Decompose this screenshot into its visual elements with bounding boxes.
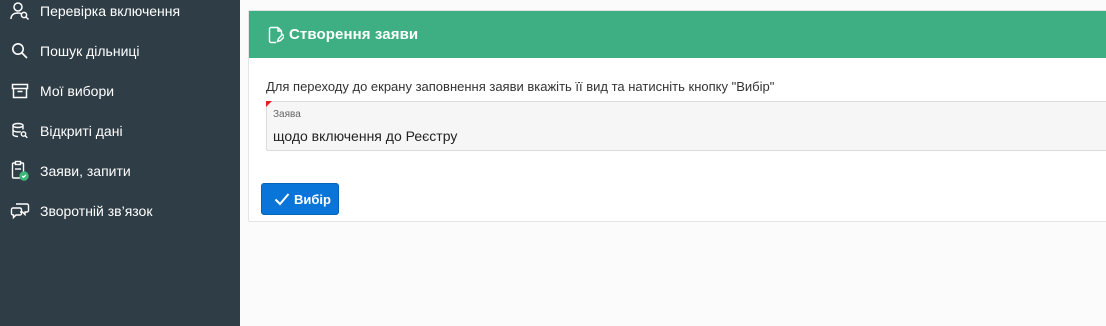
archive-icon bbox=[10, 81, 30, 101]
field-label: Заява bbox=[273, 109, 301, 120]
user-search-icon bbox=[10, 1, 30, 21]
panel-header: Створення заяви bbox=[249, 11, 1106, 58]
search-icon bbox=[10, 41, 30, 61]
application-type-select[interactable]: Заява щодо включення до Реєстру bbox=[266, 101, 1106, 151]
required-marker bbox=[266, 101, 272, 107]
sidebar: Перевірка включення Пошук дільниці Мої в… bbox=[0, 0, 240, 326]
clipboard-check-icon bbox=[10, 160, 30, 181]
check-icon bbox=[274, 192, 290, 206]
sidebar-item-precinct-search[interactable]: Пошук дільниці bbox=[0, 31, 240, 71]
main-content: Створення заяви Для переходу до екрану з… bbox=[240, 0, 1106, 326]
sidebar-item-label: Зворотній зв’язок bbox=[40, 203, 153, 219]
sidebar-item-applications[interactable]: Заяви, запити bbox=[0, 151, 240, 191]
select-button[interactable]: Вибір bbox=[261, 183, 339, 215]
field-value: щодо включення до Реєстру bbox=[273, 128, 458, 144]
document-edit-icon bbox=[268, 26, 286, 44]
chat-bubbles-icon bbox=[10, 201, 30, 221]
sidebar-item-my-elections[interactable]: Мої вибори bbox=[0, 71, 240, 111]
sidebar-item-label: Мої вибори bbox=[40, 83, 115, 99]
database-search-icon bbox=[10, 121, 30, 141]
sidebar-item-label: Перевірка включення bbox=[40, 3, 181, 19]
sidebar-item-feedback[interactable]: Зворотній зв’язок bbox=[0, 191, 240, 231]
sidebar-item-label: Пошук дільниці bbox=[40, 43, 140, 59]
sidebar-item-inclusion-check[interactable]: Перевірка включення bbox=[0, 0, 240, 31]
sidebar-item-label: Заяви, запити bbox=[40, 163, 131, 179]
create-application-panel: Створення заяви Для переходу до екрану з… bbox=[248, 10, 1106, 222]
panel-title: Створення заяви bbox=[289, 26, 419, 43]
sidebar-item-label: Відкриті дані bbox=[40, 123, 123, 139]
instruction-text: Для переходу до екрану заповнення заяви … bbox=[266, 79, 775, 94]
select-button-label: Вибір bbox=[294, 192, 331, 207]
sidebar-item-open-data[interactable]: Відкриті дані bbox=[0, 111, 240, 151]
